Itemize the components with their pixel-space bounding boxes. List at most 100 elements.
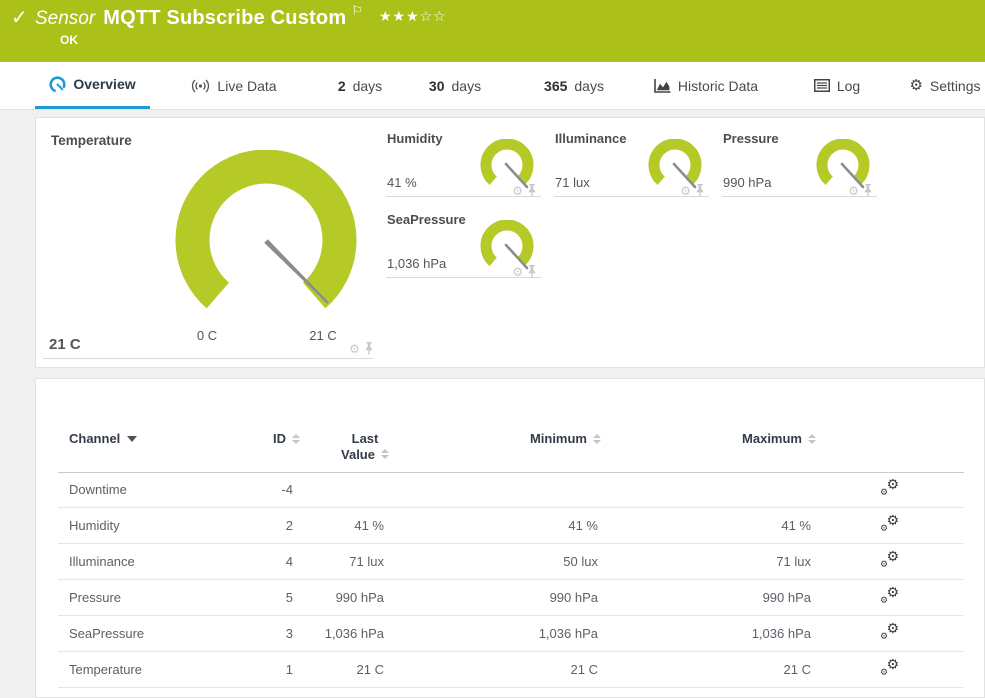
tab-label: Log <box>837 78 860 94</box>
edit-channel-icon[interactable]: ⚙⚙ <box>880 516 899 533</box>
pin-icon[interactable] <box>527 184 537 197</box>
column-label: ID <box>273 431 286 446</box>
gauge-icon <box>49 76 66 93</box>
object-kind-label: Sensor <box>35 8 95 29</box>
table-row: Downtime -4 ⚙⚙ <box>58 472 964 508</box>
gauge-cell-actions: ⚙ <box>848 184 873 197</box>
gear-icon[interactable]: ⚙ <box>512 266 523 278</box>
table-row: Pressure 5 990 hPa 990 hPa 990 hPa ⚙⚙ <box>58 580 964 616</box>
sort-icon <box>292 434 300 444</box>
gear-icon[interactable]: ⚙ <box>848 185 859 197</box>
tab-30-days[interactable]: 30 days <box>418 62 492 109</box>
channel-name[interactable]: Pressure <box>69 590 121 605</box>
tab-label: Live Data <box>217 78 276 94</box>
column-label: Maximum <box>742 431 802 446</box>
sensor-status-header: ✓ SensorMQTT Subscribe Custom⚐★★★☆☆ OK <box>0 0 985 62</box>
content-area: Temperature 0 C 21 C 21 C ⚙ Humidity 41 … <box>0 110 985 691</box>
tab-log[interactable]: Log <box>808 62 866 109</box>
tab-number: 30 <box>429 78 445 94</box>
column-header-maximum[interactable]: Maximum <box>703 431 816 446</box>
last-value: 1,036 hPa <box>298 626 384 641</box>
gauge-title: Pressure <box>723 131 779 146</box>
table-row: Illuminance 4 71 lux 50 lux 71 lux ⚙⚙ <box>58 544 964 580</box>
maximum-value: 71 lux <box>648 554 811 569</box>
tab-settings[interactable]: ⚙ Settings <box>905 62 985 109</box>
column-header-id[interactable]: ID <box>216 431 300 446</box>
edit-channel-icon[interactable]: ⚙⚙ <box>880 588 899 605</box>
gauge-cell-humidity: Humidity 41 % ⚙ <box>386 129 541 197</box>
sensor-title-line: SensorMQTT Subscribe Custom⚐★★★☆☆ <box>35 4 447 30</box>
gauge-cell-temperature: Temperature 0 C 21 C 21 C ⚙ <box>43 129 373 359</box>
maximum-value: 21 C <box>648 662 811 677</box>
tab-number: 2 <box>338 78 346 94</box>
gauge-value: 21 C <box>49 336 81 353</box>
broadcast-icon <box>191 79 210 93</box>
tab-2-days[interactable]: 2 days <box>322 62 398 109</box>
gear-icon[interactable]: ⚙ <box>349 343 360 355</box>
status-check-icon: ✓ <box>11 5 28 29</box>
sort-icon <box>593 434 601 444</box>
gauge-cell-actions: ⚙ <box>512 184 537 197</box>
gauge-cell-pressure: Pressure 990 hPa ⚙ <box>722 129 877 197</box>
column-header-channel[interactable]: Channel <box>69 431 137 446</box>
sort-icon <box>808 434 816 444</box>
tab-overview[interactable]: Overview <box>35 62 150 109</box>
log-list-icon <box>814 79 830 92</box>
channel-id: 2 <box>208 518 293 533</box>
gauge-scale-max: 21 C <box>301 328 345 343</box>
channel-name[interactable]: Illuminance <box>69 554 135 569</box>
gauges-panel: Temperature 0 C 21 C 21 C ⚙ Humidity 41 … <box>35 117 985 368</box>
gauge-title: Illuminance <box>555 131 627 146</box>
gauge-title: Humidity <box>387 131 443 146</box>
pin-icon[interactable] <box>364 342 374 355</box>
maximum-value: 1,036 hPa <box>648 626 811 641</box>
gear-icon[interactable]: ⚙ <box>512 185 523 197</box>
tab-label: days <box>574 78 604 94</box>
channel-id: -4 <box>208 482 293 497</box>
edit-channel-icon[interactable]: ⚙⚙ <box>880 660 899 677</box>
flag-icon[interactable]: ⚐ <box>351 4 363 19</box>
edit-channel-icon[interactable]: ⚙⚙ <box>880 552 899 569</box>
tab-bar: Overview Live Data 2 days 30 days 365 da… <box>0 62 985 110</box>
gear-icon[interactable]: ⚙ <box>680 185 691 197</box>
channel-name[interactable]: Downtime <box>69 482 127 497</box>
pin-icon[interactable] <box>863 184 873 197</box>
channel-name[interactable]: SeaPressure <box>69 626 144 641</box>
column-label: Minimum <box>530 431 587 446</box>
gauge-value: 41 % <box>387 175 417 190</box>
tab-number: 365 <box>544 78 567 94</box>
gauge-value: 1,036 hPa <box>387 256 446 271</box>
column-header-last-value[interactable]: Last Value <box>336 431 394 462</box>
maximum-value: 41 % <box>648 518 811 533</box>
pin-icon[interactable] <box>695 184 705 197</box>
gauge-title: SeaPressure <box>387 212 466 227</box>
gauge-cell-seapressure: SeaPressure 1,036 hPa ⚙ <box>386 210 541 278</box>
table-row: SeaPressure 3 1,036 hPa 1,036 hPa 1,036 … <box>58 616 964 652</box>
tab-live-data[interactable]: Live Data <box>178 62 290 109</box>
gauge-cell-actions: ⚙ <box>512 265 537 278</box>
column-header-minimum[interactable]: Minimum <box>491 431 601 446</box>
channel-id: 4 <box>208 554 293 569</box>
minimum-value: 21 C <box>438 662 598 677</box>
sort-icon <box>381 449 389 459</box>
gauge-value: 71 lux <box>555 175 590 190</box>
tab-label: Settings <box>930 78 981 94</box>
pin-icon[interactable] <box>527 265 537 278</box>
channel-id: 3 <box>208 626 293 641</box>
minimum-value: 50 lux <box>438 554 598 569</box>
edit-channel-icon[interactable]: ⚙⚙ <box>880 480 899 497</box>
channel-id: 5 <box>208 590 293 605</box>
priority-stars[interactable]: ★★★☆☆ <box>379 9 447 25</box>
edit-channel-icon[interactable]: ⚙⚙ <box>880 624 899 641</box>
column-label: Last Value <box>341 431 378 462</box>
gauge-cell-actions: ⚙ <box>680 184 705 197</box>
channel-name[interactable]: Humidity <box>69 518 120 533</box>
channel-name[interactable]: Temperature <box>69 662 142 677</box>
channel-table-panel: Channel ID Last Value Minimum Maximum Do… <box>35 378 985 698</box>
table-row: Humidity 2 41 % 41 % 41 % ⚙⚙ <box>58 508 964 544</box>
tab-label: Historic Data <box>678 78 758 94</box>
column-label: Channel <box>69 431 120 446</box>
tab-label: days <box>353 78 383 94</box>
tab-historic-data[interactable]: Historic Data <box>645 62 767 109</box>
tab-365-days[interactable]: 365 days <box>535 62 613 109</box>
